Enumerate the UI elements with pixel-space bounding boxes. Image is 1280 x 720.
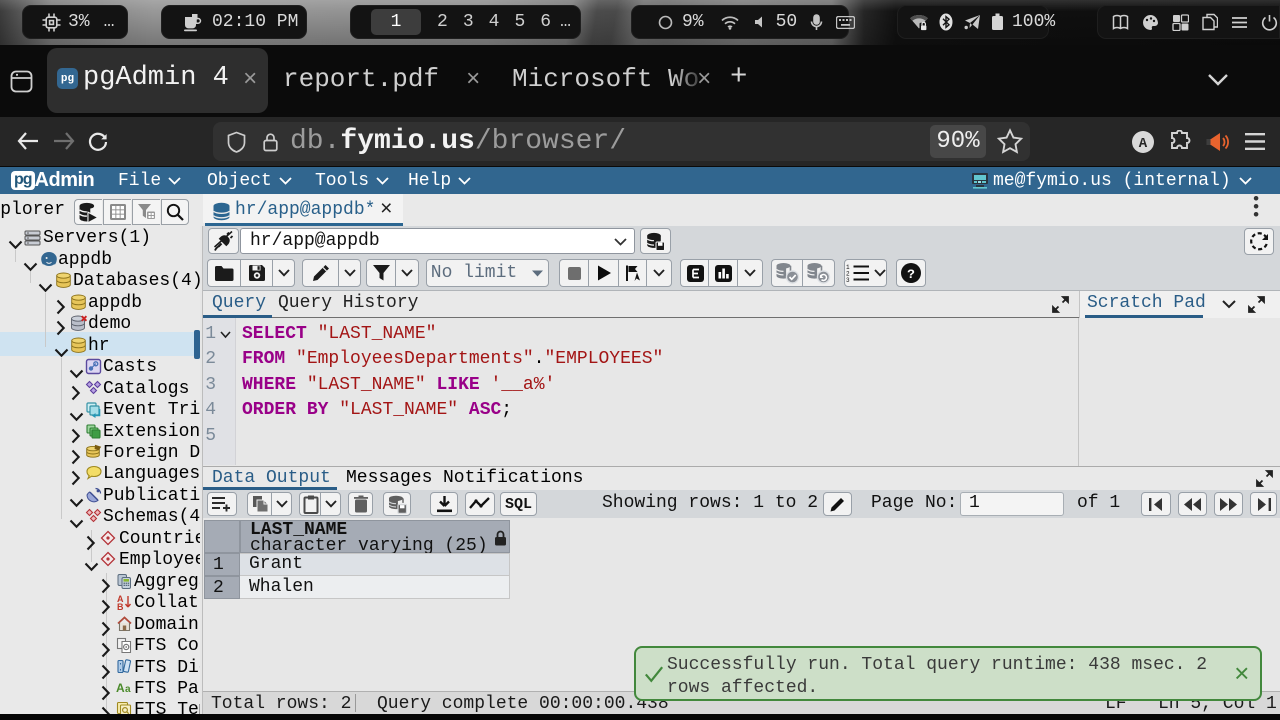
svg-text:A: A (1139, 136, 1148, 152)
svg-text:B: B (117, 602, 124, 611)
svg-text:A: A (116, 681, 125, 694)
svg-text:?: ? (907, 267, 915, 282)
svg-text:3: 3 (846, 277, 850, 282)
svg-text:a: a (125, 684, 131, 694)
